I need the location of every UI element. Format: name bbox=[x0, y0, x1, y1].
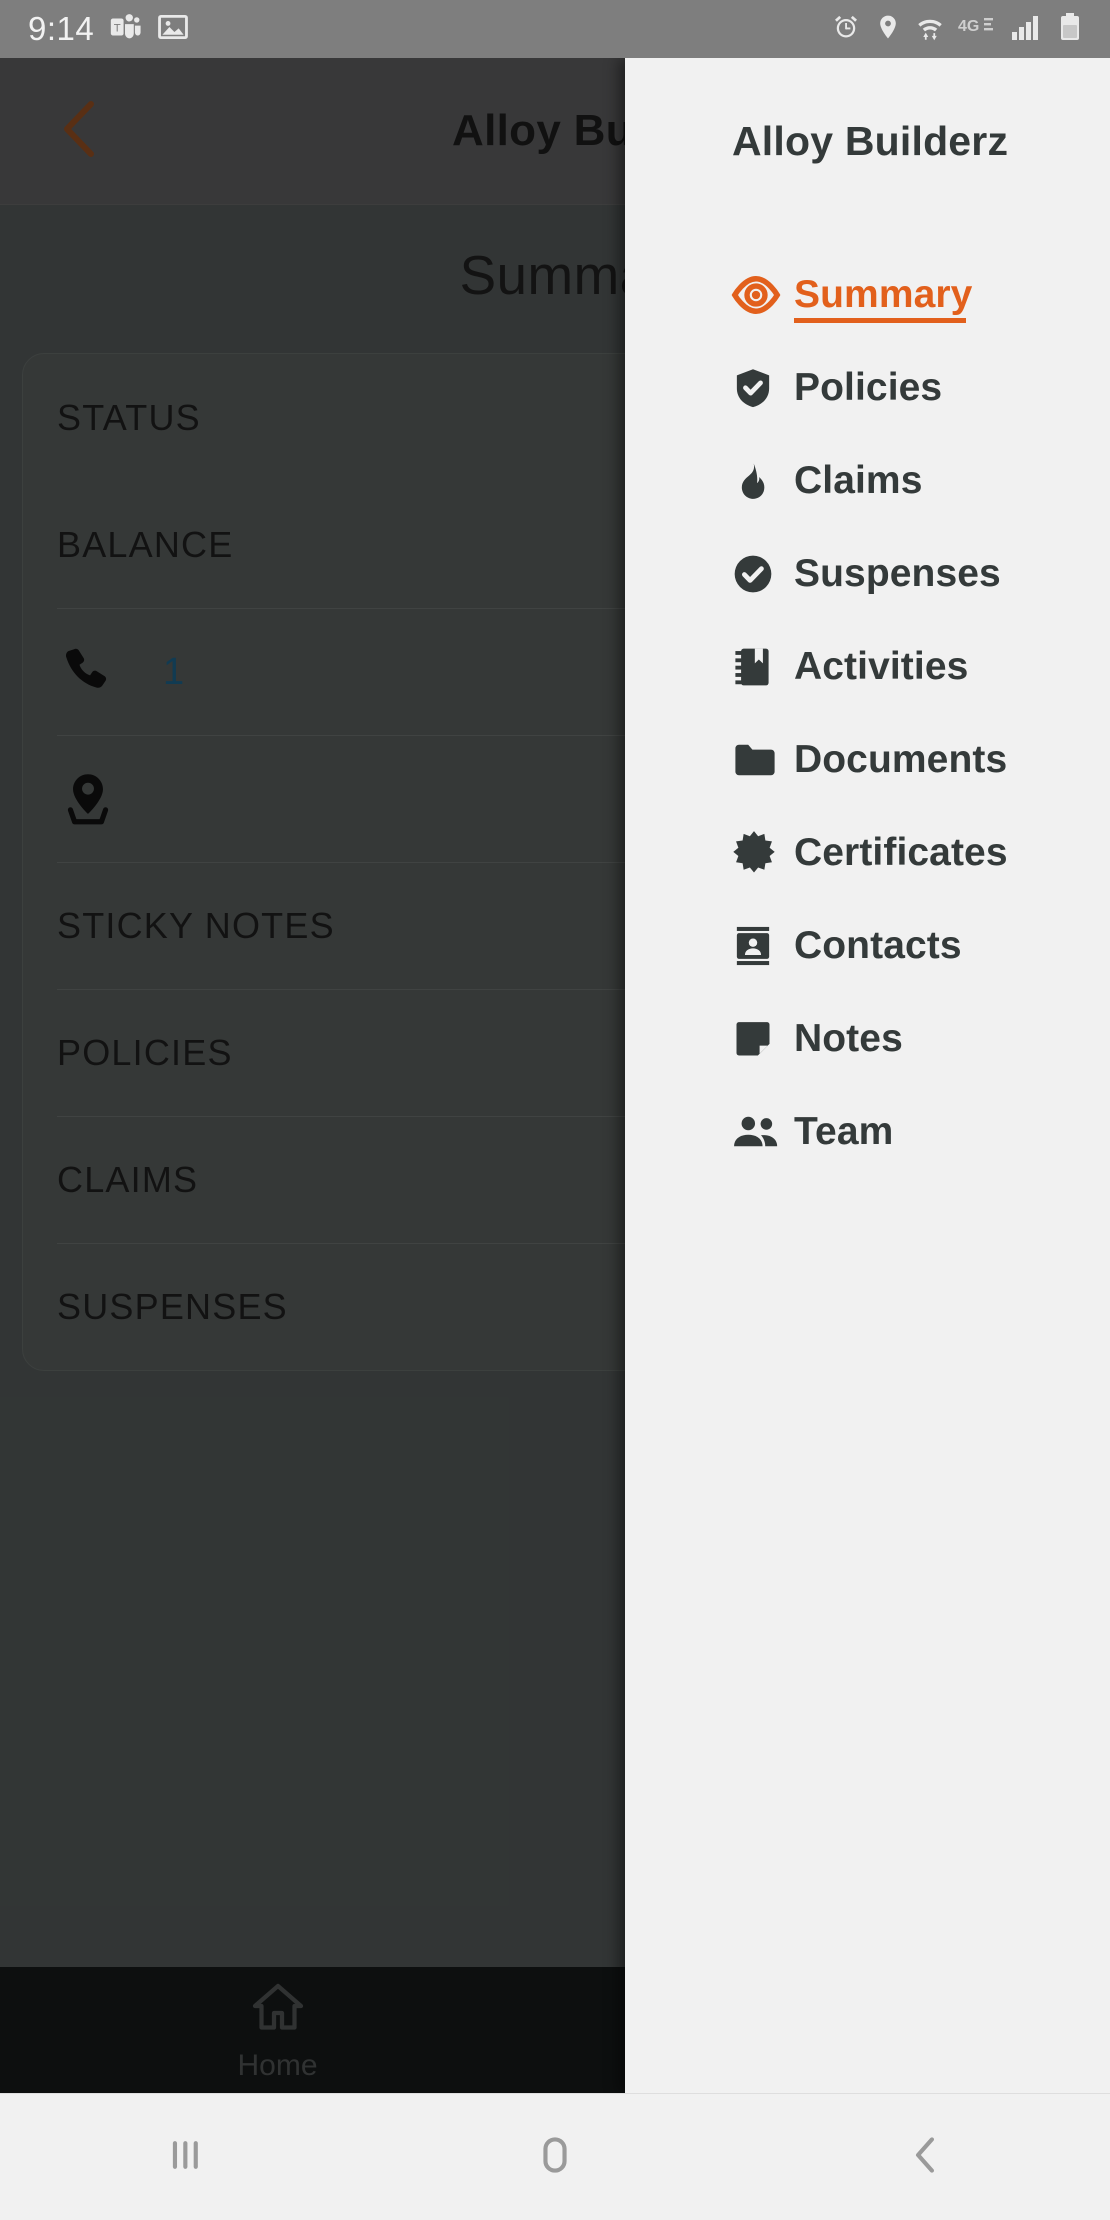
badge-starburst-icon bbox=[731, 830, 794, 876]
location-icon bbox=[874, 13, 902, 46]
screen: 9:14 T 4G Alloy Buil Summa STATUS BALANC… bbox=[0, 0, 1110, 2220]
drawer-item-label: Notes bbox=[794, 1016, 903, 1060]
drawer-scrim[interactable] bbox=[0, 58, 625, 2093]
battery-icon bbox=[1058, 12, 1082, 47]
back-button[interactable] bbox=[740, 2094, 1110, 2220]
teams-icon: T bbox=[108, 10, 142, 49]
flame-icon bbox=[731, 458, 794, 504]
status-bar: 9:14 T 4G bbox=[0, 0, 1110, 58]
drawer-item-label: Suspenses bbox=[794, 551, 1001, 595]
status-bar-left: 9:14 T bbox=[28, 10, 190, 49]
clock: 9:14 bbox=[28, 10, 95, 47]
circle-check-icon bbox=[731, 552, 794, 596]
drawer-item-label: Summary bbox=[794, 272, 973, 316]
home-circle-icon bbox=[529, 2129, 581, 2186]
drawer-title: Alloy Builderz bbox=[732, 118, 1009, 164]
drawer-item-suspenses[interactable]: Suspenses bbox=[625, 527, 1110, 620]
drawer-item-notes[interactable]: Notes bbox=[625, 992, 1110, 1085]
drawer-item-label: Activities bbox=[794, 644, 969, 688]
shield-check-icon bbox=[731, 365, 794, 411]
folder-icon bbox=[731, 740, 794, 780]
home-button[interactable] bbox=[370, 2094, 740, 2220]
drawer-item-policies[interactable]: Policies bbox=[625, 341, 1110, 434]
wifi-icon bbox=[915, 12, 945, 47]
back-chevron-icon bbox=[899, 2129, 951, 2186]
recents-button[interactable] bbox=[0, 2094, 370, 2220]
contact-card-icon bbox=[731, 923, 794, 969]
4g-lte-icon: 4G bbox=[958, 13, 998, 46]
android-nav-bar bbox=[0, 2093, 1110, 2220]
drawer-item-label: Claims bbox=[794, 458, 923, 502]
drawer-item-label: Policies bbox=[794, 365, 943, 409]
drawer-item-contacts[interactable]: Contacts bbox=[625, 899, 1110, 992]
drawer-item-summary[interactable]: Summary bbox=[625, 248, 1110, 341]
drawer-menu: Summary Policies Claims Suspenses Activi… bbox=[625, 248, 1110, 1178]
drawer-item-team[interactable]: Team bbox=[625, 1085, 1110, 1178]
drawer-item-documents[interactable]: Documents bbox=[625, 713, 1110, 806]
gallery-icon bbox=[156, 10, 190, 49]
alarm-icon bbox=[831, 12, 861, 47]
eye-icon bbox=[731, 275, 794, 315]
active-item-underline bbox=[794, 318, 966, 323]
notebook-icon bbox=[731, 644, 794, 690]
signal-bars-icon bbox=[1011, 13, 1045, 46]
svg-text:4G: 4G bbox=[958, 18, 979, 35]
drawer-item-claims[interactable]: Claims bbox=[625, 434, 1110, 527]
drawer-item-activities[interactable]: Activities bbox=[625, 620, 1110, 713]
people-icon bbox=[731, 1113, 794, 1151]
drawer-item-label: Documents bbox=[794, 737, 1008, 781]
status-bar-right: 4G bbox=[831, 12, 1082, 47]
recents-icon bbox=[159, 2129, 211, 2186]
sticky-note-icon bbox=[731, 1017, 794, 1061]
navigation-drawer: Alloy Builderz Summary Policies Claims S… bbox=[625, 58, 1110, 2093]
svg-text:T: T bbox=[114, 22, 121, 34]
drawer-item-label: Team bbox=[794, 1109, 894, 1153]
drawer-item-label: Contacts bbox=[794, 923, 962, 967]
drawer-item-label: Certificates bbox=[794, 830, 1008, 874]
drawer-item-certificates[interactable]: Certificates bbox=[625, 806, 1110, 899]
